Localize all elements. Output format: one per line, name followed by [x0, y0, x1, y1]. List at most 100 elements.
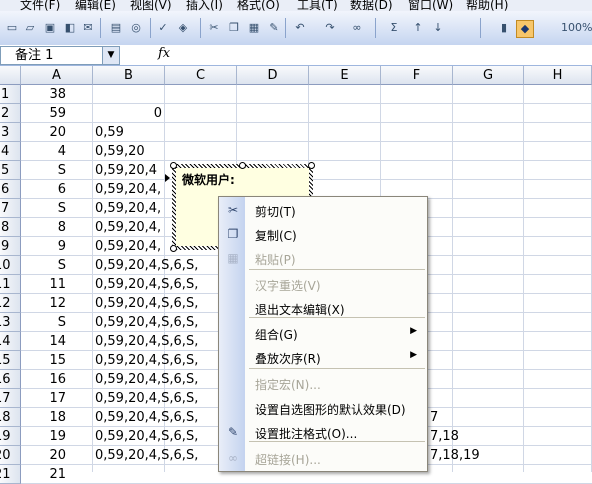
format-painter-icon[interactable]: ✎: [266, 20, 282, 36]
context-menu-item[interactable]: 组合(G) ▶: [219, 321, 427, 345]
cell-e[interactable]: [430, 313, 590, 332]
cell-a[interactable]: 18: [21, 408, 66, 427]
cell-e[interactable]: [430, 465, 590, 484]
column-header[interactable]: G: [453, 66, 524, 85]
menu-item[interactable]: 格式(O): [237, 0, 280, 11]
cell-e[interactable]: [430, 370, 590, 389]
cell-e[interactable]: [430, 351, 590, 370]
name-box-dropdown-icon[interactable]: ▼: [102, 47, 119, 64]
menu-item[interactable]: 窗口(W): [408, 0, 453, 11]
cell-a[interactable]: 12: [21, 294, 66, 313]
print-icon[interactable]: ▤: [108, 20, 124, 36]
cell-a[interactable]: 9: [21, 237, 66, 256]
row-header[interactable]: 15: [0, 351, 21, 370]
cell-a[interactable]: 21: [21, 465, 66, 484]
menu-item[interactable]: 编辑(E): [75, 0, 116, 11]
row-header[interactable]: 12: [0, 294, 21, 313]
context-menu-item[interactable]: 叠放次序(R) ▶: [219, 345, 427, 369]
cell-b[interactable]: 0,59,20: [95, 142, 295, 161]
fx-icon[interactable]: fx: [158, 46, 170, 61]
row-header[interactable]: 1: [0, 85, 21, 104]
cell-e[interactable]: [430, 389, 590, 408]
cell-e[interactable]: [430, 294, 590, 313]
row-header[interactable]: 5: [0, 161, 21, 180]
row-header[interactable]: 3: [0, 123, 21, 142]
context-menu-item[interactable]: ❐ 复制(C): [219, 222, 427, 246]
context-menu-item[interactable]: ✂ 剪切(T): [219, 198, 427, 222]
open-icon[interactable]: ▱: [22, 20, 38, 36]
sort-descending-icon[interactable]: ↓: [430, 20, 446, 36]
row-header[interactable]: 21: [0, 465, 21, 484]
column-header[interactable]: C: [165, 66, 237, 85]
cell-a[interactable]: 20: [21, 123, 66, 142]
redo-icon[interactable]: ↷: [322, 20, 338, 36]
cell-a[interactable]: 6: [21, 180, 66, 199]
paste-icon[interactable]: ▦: [246, 20, 262, 36]
select-all-corner[interactable]: [0, 66, 21, 85]
context-menu-item[interactable]: ∞ 超链接(H)...: [219, 446, 427, 470]
spelling-icon[interactable]: ✓: [155, 20, 171, 36]
hyperlink-icon[interactable]: ∞: [349, 20, 365, 36]
save-icon[interactable]: ▣: [42, 20, 58, 36]
menu-item[interactable]: 帮助(H): [466, 0, 508, 11]
cell-e[interactable]: [430, 104, 590, 123]
row-header[interactable]: 20: [0, 446, 21, 465]
row-header[interactable]: 14: [0, 332, 21, 351]
row-header[interactable]: 2: [0, 104, 21, 123]
row-header[interactable]: 16: [0, 370, 21, 389]
resize-handle[interactable]: [308, 162, 315, 169]
cell-e[interactable]: 7,18,19: [430, 446, 590, 465]
row-header[interactable]: 19: [0, 427, 21, 446]
cell-a[interactable]: S: [21, 313, 66, 332]
cell-e[interactable]: [430, 256, 590, 275]
cell-e[interactable]: [430, 218, 590, 237]
row-header[interactable]: 13: [0, 313, 21, 332]
cell-a[interactable]: 14: [21, 332, 66, 351]
cell-e[interactable]: [430, 237, 590, 256]
cell-a[interactable]: 16: [21, 370, 66, 389]
cell-a[interactable]: S: [21, 256, 66, 275]
context-menu-item[interactable]: 汉字重选(V): [219, 272, 427, 296]
cell-e[interactable]: 7: [430, 408, 590, 427]
drawing-icon[interactable]: ◆: [516, 20, 534, 38]
cut-icon[interactable]: ✂: [206, 20, 222, 36]
menu-item[interactable]: 插入(I): [186, 0, 223, 11]
cell-a[interactable]: S: [21, 199, 66, 218]
resize-handle[interactable]: [239, 162, 246, 169]
cell-e[interactable]: [430, 142, 590, 161]
cell-b[interactable]: 0: [93, 104, 162, 123]
new-icon[interactable]: ▭: [4, 20, 20, 36]
research-icon[interactable]: ◈: [175, 20, 191, 36]
cell-e[interactable]: [430, 199, 590, 218]
zoom-box[interactable]: 100%: [561, 20, 592, 36]
context-menu-item[interactable]: 设置自选图形的默认效果(D): [219, 396, 427, 420]
cell-e[interactable]: [430, 85, 590, 104]
copy-icon[interactable]: ❐: [226, 20, 242, 36]
row-header[interactable]: 4: [0, 142, 21, 161]
column-header[interactable]: B: [93, 66, 165, 85]
context-menu-item[interactable]: ▦ 粘贴(P): [219, 246, 427, 270]
cell-b[interactable]: [95, 85, 295, 104]
cell-e[interactable]: [430, 161, 590, 180]
column-header[interactable]: A: [21, 66, 93, 85]
resize-handle[interactable]: [170, 162, 177, 169]
cell-a[interactable]: 20: [21, 446, 66, 465]
row-header[interactable]: 10: [0, 256, 21, 275]
cell-e[interactable]: [430, 275, 590, 294]
cell-b[interactable]: 0,59: [95, 123, 295, 142]
resize-handle[interactable]: [170, 245, 177, 252]
cell-e[interactable]: [430, 180, 590, 199]
print-preview-icon[interactable]: ◎: [128, 20, 144, 36]
context-menu-item[interactable]: 指定宏(N)...: [219, 371, 427, 395]
cell-a[interactable]: 4: [21, 142, 66, 161]
cell-e[interactable]: [430, 332, 590, 351]
name-box[interactable]: 备注 1 ▼: [0, 46, 120, 65]
row-header[interactable]: 9: [0, 237, 21, 256]
menu-item[interactable]: 文件(F): [20, 0, 60, 11]
sort-ascending-icon[interactable]: ↑: [410, 20, 426, 36]
cell-a[interactable]: 17: [21, 389, 66, 408]
row-header[interactable]: 11: [0, 275, 21, 294]
column-header[interactable]: D: [237, 66, 309, 85]
cell-e[interactable]: [430, 123, 590, 142]
comment-border-left[interactable]: [172, 164, 176, 250]
